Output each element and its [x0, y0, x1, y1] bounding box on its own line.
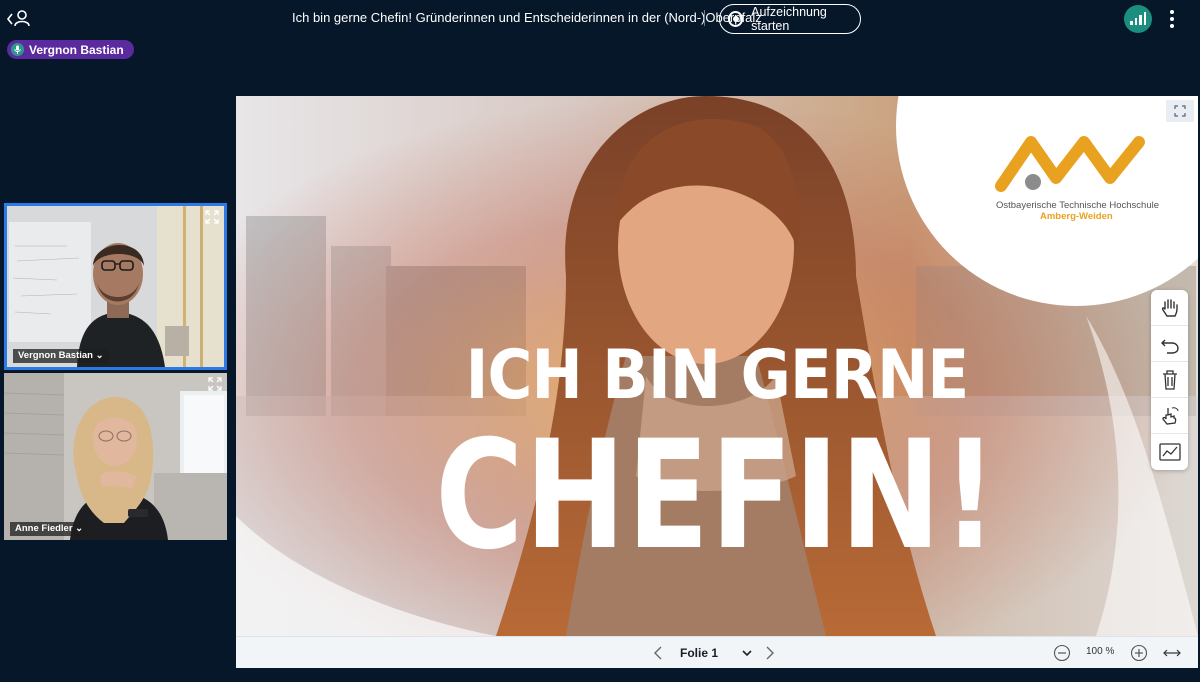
undo-icon — [1160, 339, 1179, 354]
slide-select[interactable]: Folie 1 — [674, 642, 756, 664]
connection-status-button[interactable] — [1124, 5, 1152, 33]
fit-to-width-button[interactable] — [1162, 644, 1182, 662]
participant-name-text: Anne Fiedler — [15, 523, 73, 534]
trash-icon — [1162, 369, 1177, 390]
slide-headline-large: CHEFIN! — [435, 409, 999, 583]
fullscreen-icon — [1174, 105, 1186, 117]
whiteboard-chart-icon — [1158, 443, 1181, 461]
signal-bar — [1130, 21, 1133, 25]
participant-name[interactable]: Vergnon Bastian ⌄ — [13, 349, 109, 363]
multi-user-pointer-button[interactable] — [1151, 398, 1188, 434]
undo-button[interactable] — [1151, 326, 1188, 362]
hand-icon — [1161, 298, 1178, 317]
participant-name[interactable]: Anne Fiedler ⌄ — [10, 522, 89, 536]
current-slide-label: Folie 1 — [680, 646, 719, 660]
meeting-title: Ich bin gerne Chefin! Gründerinnen und E… — [292, 10, 762, 25]
logo-campus-name: Amberg-Weiden — [1040, 211, 1113, 222]
whiteboard-toolbar — [1151, 290, 1188, 470]
zoom-in-button[interactable] — [1130, 644, 1148, 662]
previous-slide-button[interactable] — [650, 644, 668, 662]
expand-icon[interactable] — [208, 377, 222, 391]
clear-annotations-button[interactable] — [1151, 362, 1188, 398]
top-bar: Ich bin gerne Chefin! Gründerinnen und E… — [0, 0, 1200, 38]
participant-name-text: Vergnon Bastian — [18, 350, 93, 361]
chevron-down-icon — [742, 650, 752, 657]
video-tile-anne-fiedler[interactable]: Anne Fiedler ⌄ — [4, 373, 227, 540]
more-dot — [1170, 10, 1174, 14]
record-label: Aufzeichnung starten — [751, 5, 827, 33]
presentation-area: Ostbayerische Technische Hochschule Ambe… — [236, 96, 1198, 668]
divider — [704, 10, 705, 26]
video-tile-vergnon-bastian[interactable]: Vergnon Bastian ⌄ — [4, 203, 227, 370]
logo-university-name: Ostbayerische Technische Hochschule — [996, 200, 1159, 211]
webcam-video — [4, 373, 227, 540]
record-icon — [728, 11, 744, 27]
whiteboard-button[interactable] — [1151, 434, 1188, 470]
next-slide-button[interactable] — [760, 644, 778, 662]
microphone-icon — [11, 43, 24, 56]
pointer-hand-icon — [1161, 406, 1178, 425]
zoom-out-button[interactable] — [1053, 644, 1071, 662]
expand-icon[interactable] — [205, 210, 219, 224]
signal-bar — [1139, 15, 1142, 25]
more-dot — [1170, 17, 1174, 21]
slide-controls: Folie 1 100 % — [236, 636, 1198, 668]
talking-indicator[interactable]: Vergnon Bastian — [7, 40, 134, 59]
zoom-level: 100 % — [1086, 646, 1115, 657]
more-options-button[interactable] — [1164, 8, 1180, 30]
webcam-video — [7, 206, 224, 367]
slide-headline: ICH BIN GERNE — [465, 336, 970, 415]
fullscreen-slide-button[interactable] — [1166, 100, 1194, 122]
user-icon — [14, 10, 30, 27]
signal-bar — [1143, 12, 1146, 25]
presentation-slide: Ostbayerische Technische Hochschule Ambe… — [236, 96, 1198, 636]
more-dot — [1170, 24, 1174, 28]
start-recording-button[interactable]: Aufzeichnung starten — [719, 4, 861, 34]
pan-tool-button[interactable] — [1151, 290, 1188, 326]
talking-speaker-name: Vergnon Bastian — [29, 42, 124, 57]
conference-app: Ich bin gerne Chefin! Gründerinnen und E… — [0, 0, 1200, 682]
back-user-button[interactable] — [6, 8, 30, 30]
signal-bar — [1134, 18, 1137, 25]
